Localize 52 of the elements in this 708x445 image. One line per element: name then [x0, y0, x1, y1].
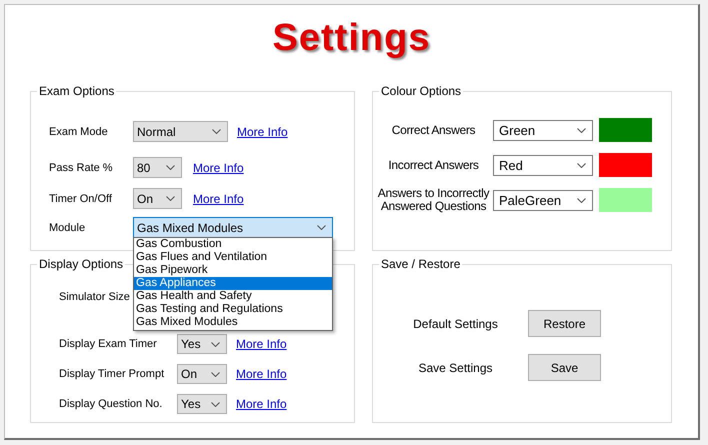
group-title: Save / Restore: [379, 257, 462, 271]
field-label: Display Exam Timer: [59, 338, 158, 350]
field-label: Correct Answers: [390, 124, 476, 136]
group-title: Display Options: [37, 257, 126, 271]
caret-icon: [577, 198, 586, 202]
group-title: Colour Options: [379, 84, 464, 98]
field-label: Answers to Incorrectly Answered Questions: [376, 187, 490, 213]
field-label: Pass Rate %: [49, 162, 114, 174]
dropdown[interactable]: PaleGreen: [493, 190, 593, 210]
action-button[interactable]: Save: [528, 354, 601, 381]
dropdown[interactable]: 80: [133, 157, 182, 178]
list-item[interactable]: Gas Combustion: [134, 238, 332, 251]
field-label: Simulator Size: [59, 291, 130, 303]
caret-icon: [166, 196, 175, 201]
dropdown[interactable]: Yes: [177, 334, 227, 354]
app-title: Settings: [272, 17, 430, 60]
list-item[interactable]: Gas Testing and Regulations: [134, 303, 332, 316]
field-label: Save Settings: [417, 360, 494, 374]
list-item[interactable]: Gas Appliances: [134, 277, 332, 290]
field-label: Default Settings: [412, 316, 499, 330]
field-label: Exam Mode: [49, 126, 109, 138]
list-item[interactable]: Gas Flues and Ventilation: [134, 251, 332, 264]
more-info-link[interactable]: More Info: [236, 367, 287, 381]
dropdown[interactable]: Yes: [177, 394, 227, 414]
more-info-link[interactable]: More Info: [236, 337, 287, 351]
dropdown[interactable]: On: [177, 364, 227, 384]
group-title: Exam Options: [37, 84, 116, 98]
dropdown[interactable]: Green: [493, 120, 593, 140]
more-info-link[interactable]: More Info: [193, 192, 244, 206]
field-label: Incorrect Answers: [387, 158, 480, 172]
field-label: Timer On/Off: [49, 192, 113, 204]
caret-icon: [317, 225, 326, 230]
more-info-link[interactable]: More Info: [193, 160, 244, 174]
more-info-link[interactable]: More Info: [236, 397, 287, 411]
list-item[interactable]: Gas Mixed Modules: [134, 316, 332, 329]
caret-icon: [577, 162, 586, 168]
list-item[interactable]: Gas Health and Safety: [134, 290, 332, 303]
dropdown[interactable]: Red: [493, 154, 593, 176]
action-button[interactable]: Restore: [528, 310, 601, 337]
dropdown[interactable]: On: [133, 188, 182, 209]
field-label: Display Question No.: [59, 398, 164, 410]
caret-icon: [577, 128, 586, 132]
list-item[interactable]: Gas Pipework: [134, 264, 332, 277]
field-label: Module: [49, 222, 86, 234]
caret-icon: [211, 402, 220, 406]
more-info-link[interactable]: More Info: [237, 124, 288, 138]
caret-icon: [166, 165, 175, 170]
caret-icon: [212, 129, 221, 134]
field-label: Display Timer Prompt: [59, 368, 166, 380]
dropdown[interactable]: Normal: [133, 121, 228, 142]
caret-icon: [211, 342, 220, 346]
caret-icon: [211, 372, 220, 376]
